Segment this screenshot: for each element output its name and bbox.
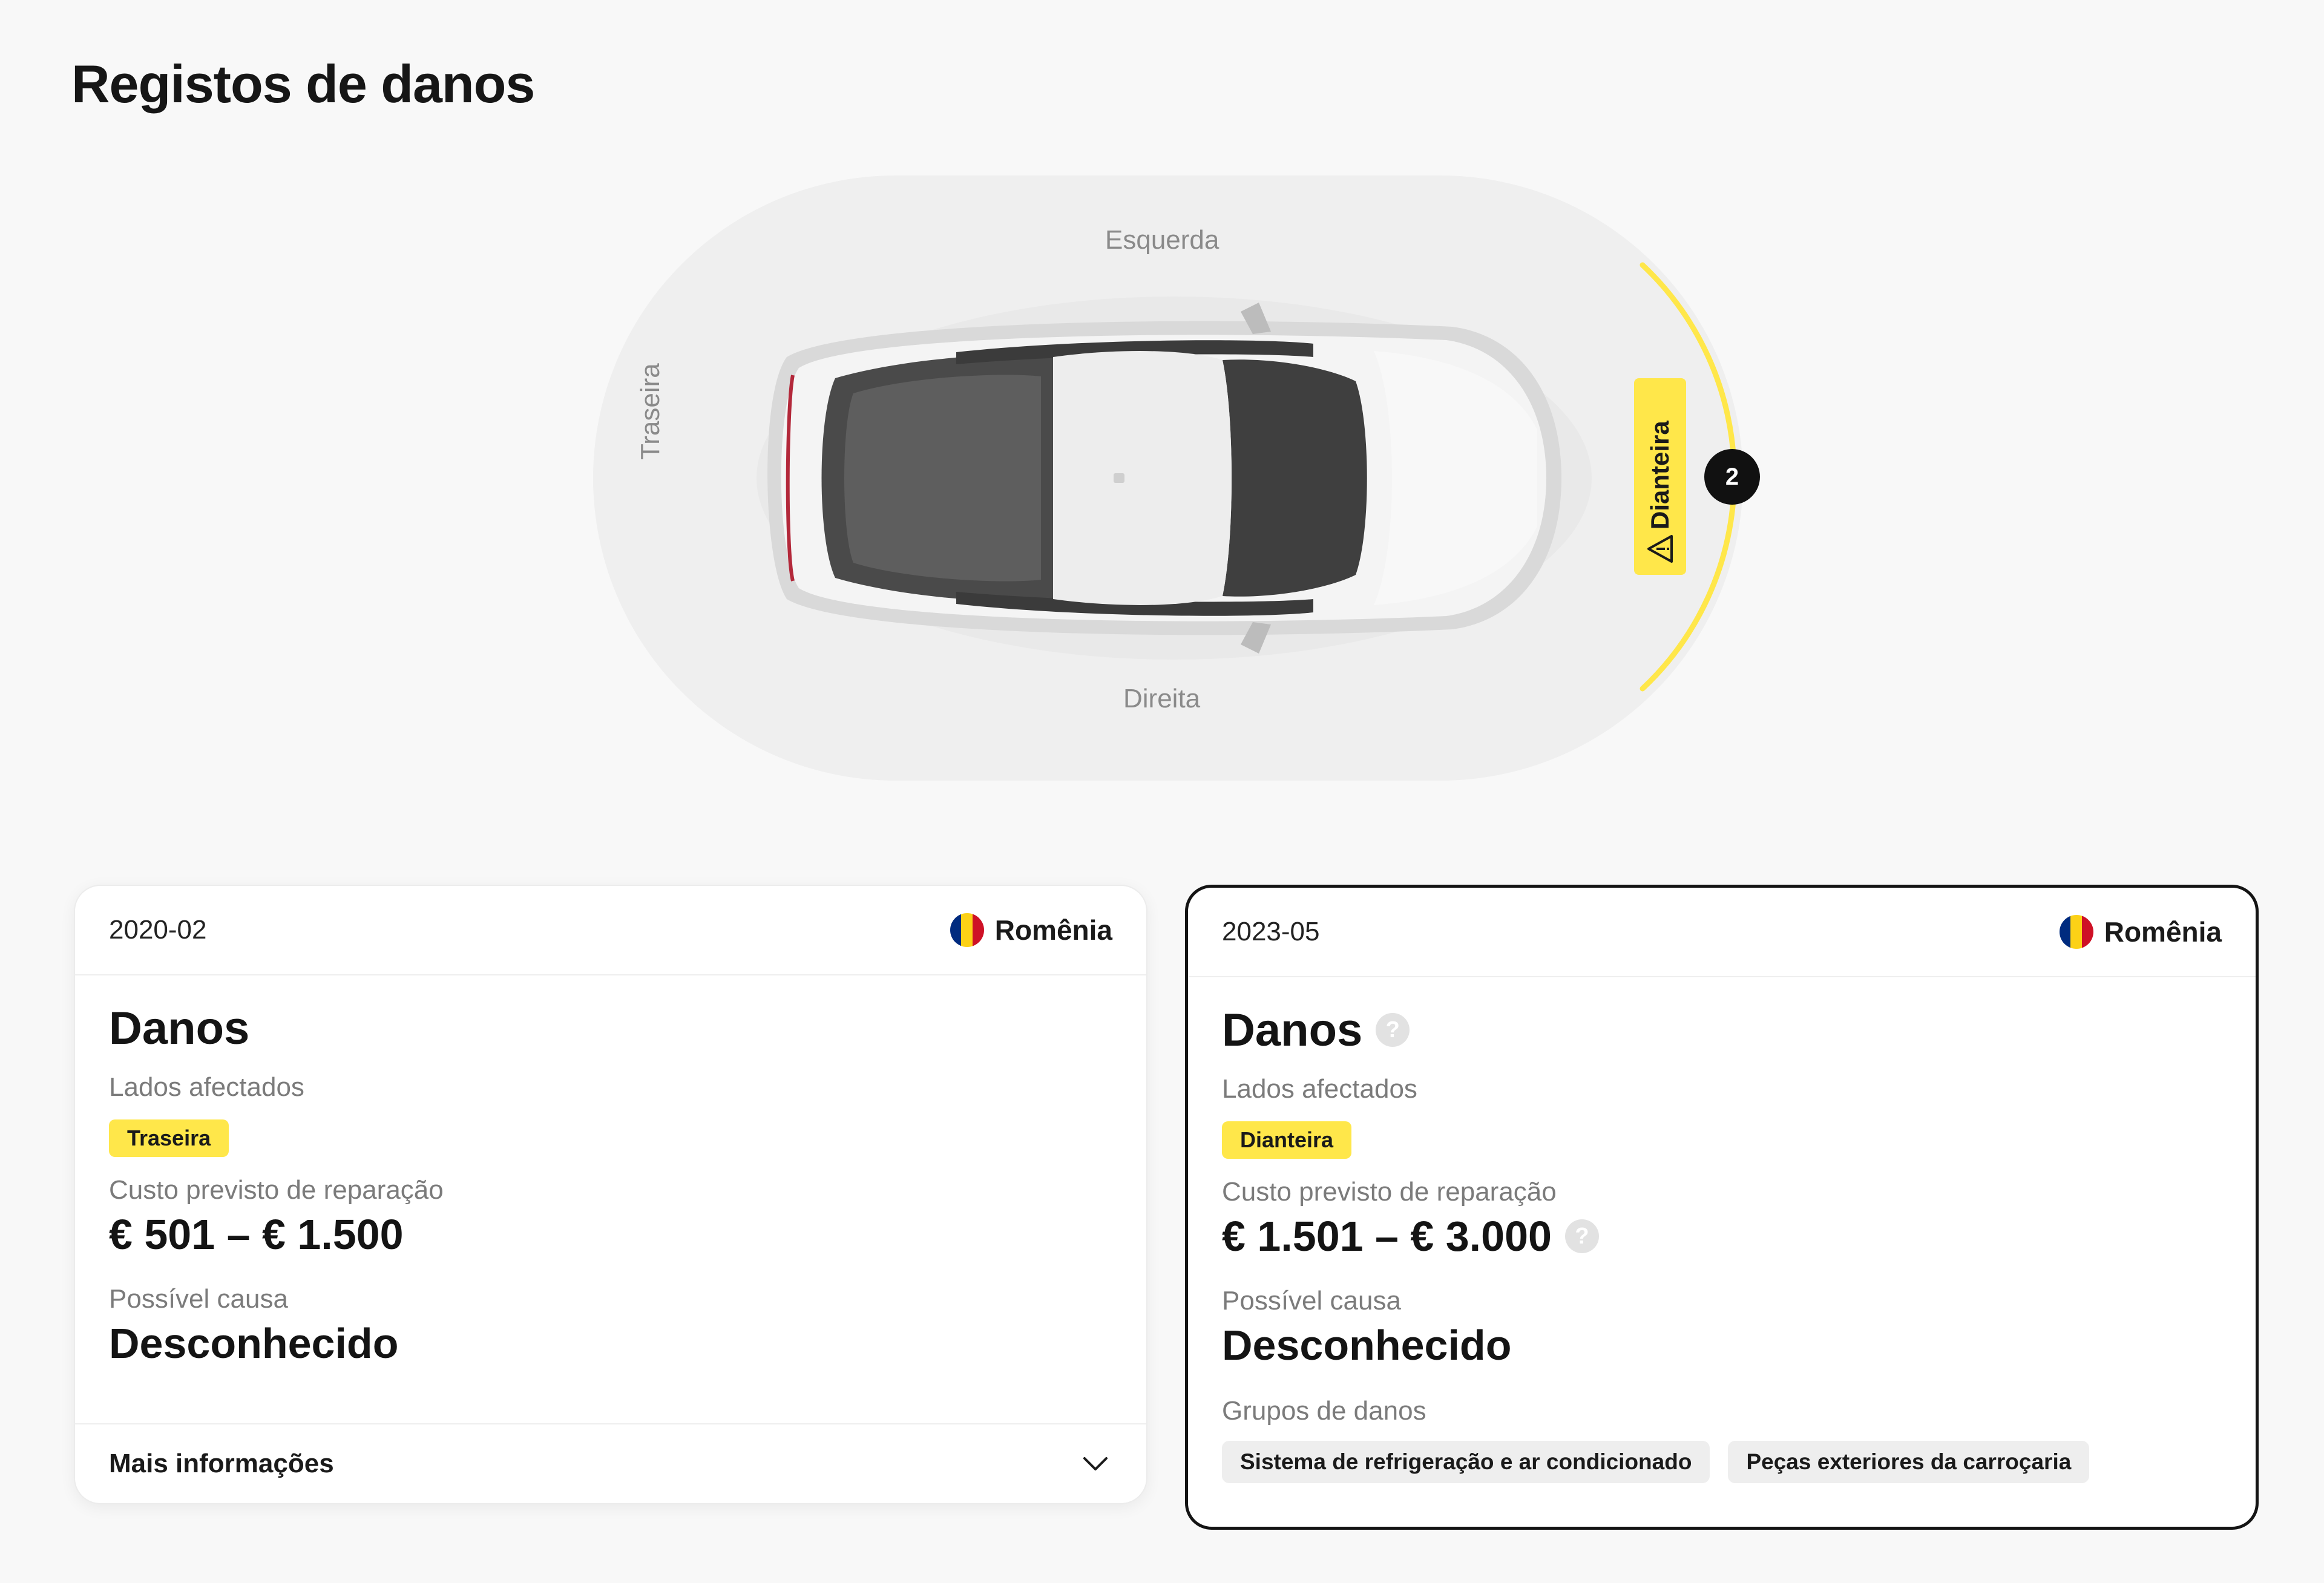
chevron-down-icon (1083, 1457, 1108, 1470)
warning-icon (1647, 535, 1673, 563)
help-icon[interactable]: ? (1376, 1013, 1410, 1047)
country-name: Romênia (2104, 916, 2222, 948)
record-date: 2020-02 (109, 915, 207, 945)
card-heading: Danos ? (1222, 1003, 2222, 1057)
romania-flag-icon (2059, 915, 2093, 949)
front-damage-tag[interactable]: Dianteira (1634, 378, 1686, 575)
repair-cost-value: € 501 – € 1.500 (109, 1210, 1112, 1259)
card-body: Danos ? Lados afectados Dianteira Custo … (1188, 977, 2256, 1483)
side-label-rear: Traseira (635, 363, 665, 460)
damage-record-card: 2020-02 Romênia Danos Lados afectados Tr… (74, 885, 1147, 1504)
more-info-toggle[interactable]: Mais informações (75, 1423, 1146, 1503)
car-damage-diagram: Esquerda Direita Traseira Dianteira 2 (593, 175, 1760, 781)
damage-record-card-selected: 2023-05 Romênia Danos ? Lados afectados … (1185, 885, 2259, 1530)
record-country: Romênia (2059, 915, 2222, 949)
affected-sides-label: Lados afectados (109, 1072, 304, 1102)
damage-group-chip: Peças exteriores da carroçaria (1728, 1441, 2090, 1483)
front-damage-count-badge: 2 (1704, 449, 1760, 505)
possible-cause-label: Possível causa (109, 1284, 288, 1314)
repair-cost-label: Custo previsto de reparação (109, 1175, 444, 1205)
repair-cost-label: Custo previsto de reparação (1222, 1177, 1557, 1207)
side-label-right: Direita (1123, 684, 1201, 713)
side-label-left: Esquerda (1105, 225, 1219, 255)
possible-cause-value: Desconhecido (109, 1320, 399, 1367)
card-header: 2023-05 Romênia (1188, 888, 2256, 977)
help-icon[interactable]: ? (1564, 1219, 1599, 1253)
damage-groups: Sistema de refrigeração e ar condicionad… (1222, 1441, 2222, 1483)
card-heading-text: Danos (109, 1002, 250, 1054)
possible-cause-value: Desconhecido (1222, 1322, 1512, 1369)
damage-groups-label: Grupos de danos (1222, 1396, 1426, 1426)
record-date: 2023-05 (1222, 917, 1320, 946)
repair-cost-text: € 1.501 – € 3.000 (1222, 1213, 1552, 1260)
more-info-label: Mais informações (109, 1449, 334, 1478)
possible-cause-label: Possível causa (1222, 1286, 1401, 1316)
repair-cost-text: € 501 – € 1.500 (109, 1211, 404, 1258)
card-header: 2020-02 Romênia (75, 886, 1146, 975)
card-heading: Danos (109, 1001, 1112, 1055)
country-name: Romênia (994, 914, 1112, 946)
card-body: Danos Lados afectados Traseira Custo pre… (75, 975, 1146, 1368)
affected-sides-label: Lados afectados (1222, 1074, 1417, 1104)
affected-side-chip: Dianteira (1222, 1121, 1352, 1159)
page-title: Registos de danos (71, 54, 535, 114)
romania-flag-icon (950, 913, 984, 947)
damage-group-chip: Sistema de refrigeração e ar condicionad… (1222, 1441, 1710, 1483)
side-label-front: Dianteira (1646, 421, 1674, 529)
card-heading-text: Danos (1222, 1004, 1363, 1056)
car-top-view (757, 297, 1592, 660)
repair-cost-value: € 1.501 – € 3.000 ? (1222, 1212, 2222, 1260)
affected-side-chip: Traseira (109, 1119, 229, 1157)
record-country: Romênia (950, 913, 1112, 947)
